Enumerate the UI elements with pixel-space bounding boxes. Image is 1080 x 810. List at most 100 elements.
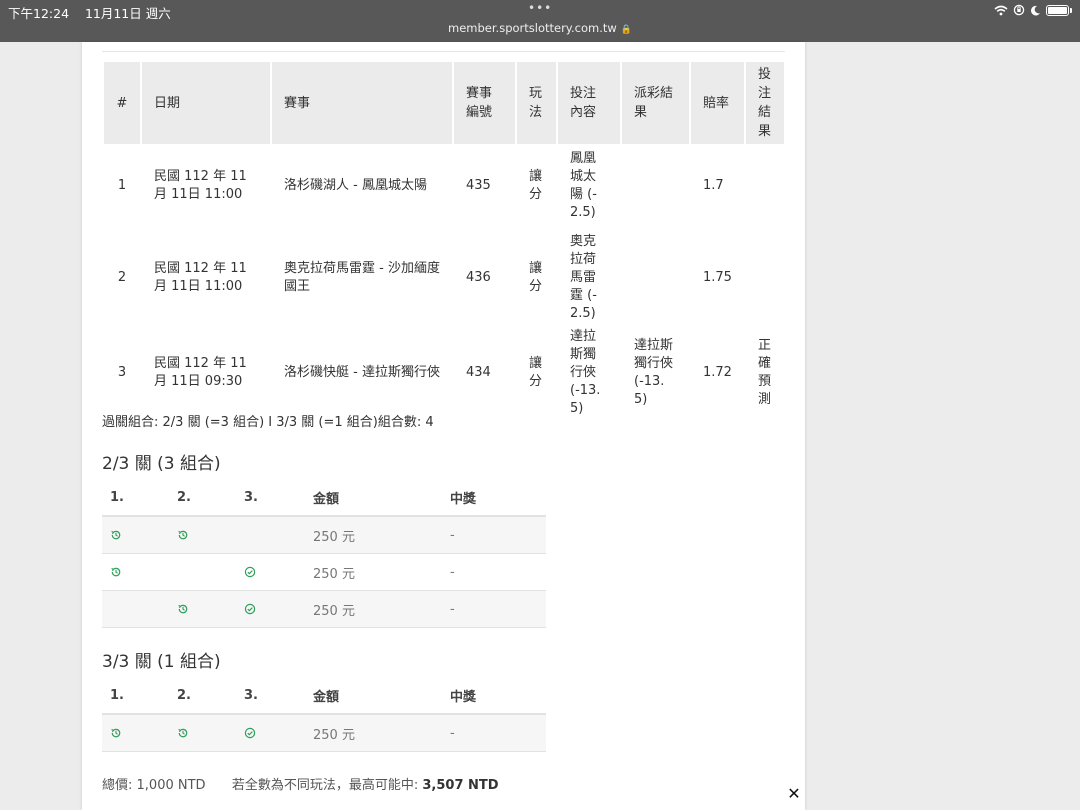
leg-cell [177, 553, 244, 591]
row-content: 達拉斯獨行俠 (-13.5) [570, 329, 601, 416]
amount-cell: 250 元 [313, 590, 450, 628]
section-title-2of3: 2/3 關 (3 組合) [102, 454, 221, 474]
combo-col-prize: 中獎 [450, 677, 546, 715]
total-label: 總價: [102, 778, 133, 793]
col-header-content: 投注內容 [558, 62, 620, 144]
row-payout [622, 144, 689, 228]
combo-table-3of3: 1. 2. 3. 金額 中獎 250 元 - [102, 677, 546, 752]
check-icon [244, 566, 256, 578]
row-play: 讓分 [529, 356, 543, 389]
table-row: 2 民國 112 年 11月 11日 11:00 奧克拉荷馬雷霆 - 沙加緬度國… [104, 228, 784, 328]
clock-icon [178, 604, 188, 614]
prize-cell: - [450, 714, 546, 752]
table-row: 3 民國 112 年 11月 11日 09:30 洛杉磯快艇 - 達拉斯獨行俠 … [104, 328, 784, 418]
leg-cell [177, 590, 244, 628]
leg-cell [244, 590, 313, 628]
combo-col-1: 1. [102, 479, 177, 517]
combo-row: 250 元 - [102, 714, 546, 752]
total-value: 1,000 NTD [136, 778, 206, 793]
max-win-value: 3,507 NTD [422, 778, 499, 793]
col-header-match: 賽事 [272, 62, 452, 144]
max-win-label: 若全數為不同玩法，最高可能中: [231, 778, 419, 793]
close-icon[interactable]: ✕ [785, 784, 803, 804]
prize-cell: - [450, 516, 546, 554]
clock-icon [178, 530, 188, 540]
col-header-number: # [104, 62, 140, 144]
row-odds: 1.72 [703, 365, 732, 380]
time-text: 下午12:24 [8, 6, 70, 21]
row-play: 讓分 [529, 169, 543, 202]
footer-totals: 總價: 1,000 NTD 若全數為不同玩法，最高可能中: 3,507 NTD [102, 774, 499, 793]
battery-icon [1046, 4, 1069, 16]
check-icon [244, 603, 256, 615]
row-content: 鳳凰城太陽 (-2.5) [570, 151, 597, 220]
url-text: member.sportslottery.com.tw [448, 21, 617, 35]
section-title-3of3: 3/3 關 (1 組合) [102, 652, 221, 672]
leg-cell [244, 553, 313, 591]
combo-header-row: 1. 2. 3. 金額 中獎 [102, 677, 546, 715]
combo-summary: 過關組合: 2/3 關 (=3 組合) I 3/3 關 (=1 組合)組合數: … [102, 415, 434, 430]
leg-cell [102, 590, 177, 628]
clock-icon [111, 530, 121, 540]
multitask-dots[interactable]: ••• [528, 1, 552, 15]
row-date: 民國 112 年 11月 11日 11:00 [154, 169, 247, 202]
col-header-match-id: 賽事編號 [454, 62, 515, 144]
combo-col-1: 1. [102, 677, 177, 715]
row-payout: 達拉斯獨行俠 (-13.5) [634, 338, 674, 407]
combo-col-prize: 中獎 [450, 479, 546, 517]
row-result [746, 228, 784, 328]
leg-cell [102, 553, 177, 591]
combo-col-2: 2. [177, 677, 244, 715]
status-time: 下午12:24 11月11日 週六 [8, 3, 171, 22]
combo-col-amount: 金額 [313, 479, 450, 517]
check-icon [244, 727, 256, 739]
amount-cell: 250 元 [313, 553, 450, 591]
leg-cell [102, 516, 177, 554]
lock-icon: 🔒 [620, 25, 632, 35]
row-match: 洛杉磯快艇 - 達拉斯獨行俠 [284, 365, 440, 380]
row-match-id: 436 [466, 270, 491, 285]
clock-icon [178, 728, 188, 738]
content-panel: # 日期 賽事 賽事編號 玩法 投注內容 派彩結果 賠率 投注結果 1 民國 1… [82, 42, 805, 810]
row-match-id: 434 [466, 365, 491, 380]
col-header-result: 投注結果 [745, 62, 784, 144]
combo-col-2: 2. [177, 479, 244, 517]
status-icons [994, 4, 1072, 16]
combo-row: 250 元 - [102, 553, 546, 591]
leg-cell [177, 714, 244, 752]
row-payout [622, 228, 689, 328]
col-header-odds: 賠率 [691, 62, 744, 144]
leg-cell [244, 516, 313, 554]
col-header-date: 日期 [142, 62, 270, 144]
orientation-lock-icon [1013, 4, 1025, 16]
combo-col-3: 3. [244, 479, 313, 517]
date-text: 11月11日 週六 [84, 6, 171, 21]
col-header-play: 玩法 [517, 62, 556, 144]
wifi-icon [994, 5, 1008, 15]
combo-row: 250 元 - [102, 590, 546, 628]
amount-cell: 250 元 [313, 714, 450, 752]
table-header-row: # 日期 賽事 賽事編號 玩法 投注內容 派彩結果 賠率 投注結果 [104, 62, 784, 144]
prize-cell: - [450, 553, 546, 591]
col-header-payout: 派彩結果 [622, 62, 689, 144]
divider [102, 51, 785, 52]
leg-cell [102, 714, 177, 752]
moon-icon [1031, 5, 1040, 15]
bets-table: # 日期 賽事 賽事編號 玩法 投注內容 派彩結果 賠率 投注結果 1 民國 1… [102, 62, 786, 418]
clock-icon [111, 728, 121, 738]
clock-icon [111, 567, 121, 577]
row-odds: 1.75 [703, 270, 732, 285]
row-match: 奧克拉荷馬雷霆 - 沙加緬度國王 [284, 261, 440, 294]
row-number: 1 [117, 178, 127, 193]
combo-table-2of3: 1. 2. 3. 金額 中獎 250 元 - 250 元 - 250 元 - [102, 479, 546, 628]
battery-tip [1070, 7, 1072, 13]
address-bar[interactable]: member.sportslottery.com.tw 🔒 [0, 21, 1080, 35]
row-date: 民國 112 年 11月 11日 09:30 [154, 356, 247, 389]
combo-row: 250 元 - [102, 516, 546, 554]
row-number: 2 [117, 270, 127, 285]
amount-cell: 250 元 [313, 516, 450, 554]
row-play: 讓分 [529, 261, 543, 294]
row-match: 洛杉磯湖人 - 鳳凰城太陽 [284, 178, 427, 193]
prize-cell: - [450, 590, 546, 628]
row-match-id: 435 [466, 178, 491, 193]
